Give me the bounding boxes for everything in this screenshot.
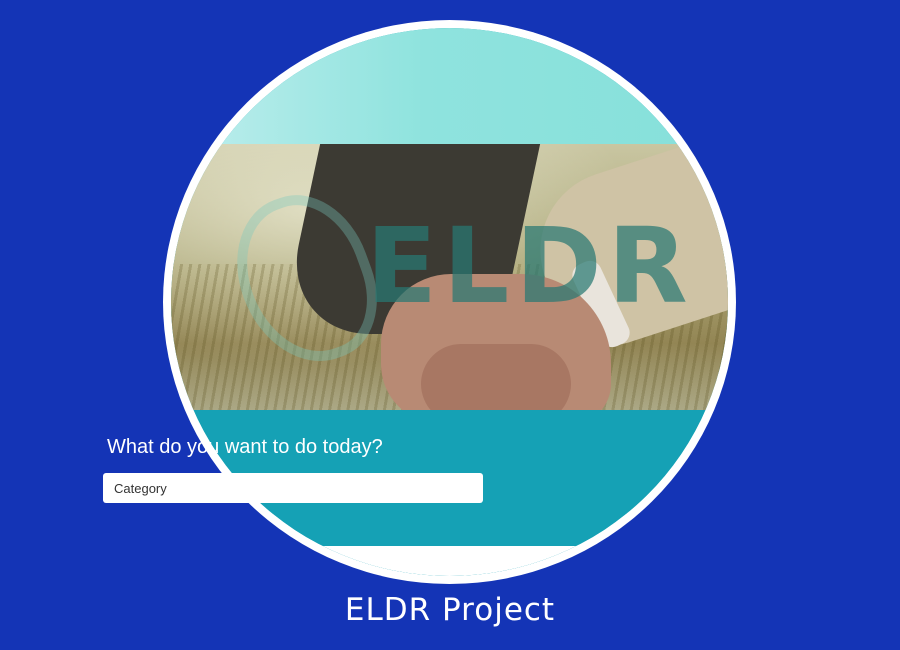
bottom-strip	[171, 546, 728, 576]
photo-fingers	[421, 344, 571, 410]
slide: ELDR What do you want to do today? Categ…	[0, 0, 900, 650]
hero-photo: ELDR	[171, 144, 728, 410]
prompt-question: What do you want to do today?	[107, 436, 383, 458]
category-placeholder: Category	[114, 480, 167, 496]
slide-caption: ELDR Project	[344, 592, 556, 628]
top-band	[171, 28, 728, 146]
category-select[interactable]: Category	[103, 473, 483, 503]
eldr-logo-text: ELDR	[366, 205, 694, 327]
